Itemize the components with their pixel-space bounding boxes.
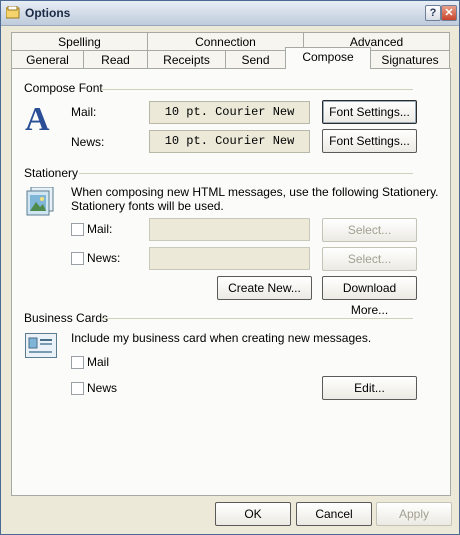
stationery-news-field xyxy=(149,247,310,270)
title-bar[interactable]: Options ? ✕ xyxy=(1,1,459,26)
tab-connection[interactable]: Connection xyxy=(147,32,304,51)
edit-business-card-button[interactable]: Edit... xyxy=(322,376,417,400)
compose-news-font-display: 10 pt. Courier New xyxy=(149,130,310,153)
tab-general[interactable]: General xyxy=(11,50,84,69)
business-cards-group-label: Business Cards xyxy=(24,311,109,325)
mail-font-settings-button[interactable]: Font Settings... xyxy=(322,100,417,124)
ok-button[interactable]: OK xyxy=(215,502,291,526)
tab-spelling[interactable]: Spelling xyxy=(11,32,148,51)
compose-mail-label: Mail: xyxy=(71,105,97,119)
compose-font-group-label: Compose Font xyxy=(24,81,103,95)
tab-read[interactable]: Read xyxy=(83,50,148,69)
stationery-news-select-button[interactable]: Select... xyxy=(322,247,417,271)
compose-mail-font-display: 10 pt. Courier New xyxy=(149,101,310,124)
stationery-mail-checkbox[interactable] xyxy=(71,223,84,236)
business-cards-divider xyxy=(101,318,413,319)
business-card-icon xyxy=(25,333,57,358)
stationery-mail-label: Mail: xyxy=(87,222,113,236)
business-card-mail-label: Mail xyxy=(87,355,110,369)
help-button[interactable]: ? xyxy=(425,5,441,21)
business-card-mail-checkbox[interactable] xyxy=(71,356,84,369)
font-a-icon: A xyxy=(25,101,50,135)
news-font-settings-button[interactable]: Font Settings... xyxy=(322,129,417,153)
stationery-news-checkbox[interactable] xyxy=(71,252,84,265)
tab-signatures[interactable]: Signatures xyxy=(370,50,450,69)
close-button[interactable]: ✕ xyxy=(441,5,457,21)
stationery-description-line2: Stationery fonts will be used. xyxy=(71,199,224,213)
svg-text:A: A xyxy=(25,101,50,135)
compose-font-divider xyxy=(101,89,413,90)
compose-news-label: News: xyxy=(71,135,105,149)
stationery-mail-select-button[interactable]: Select... xyxy=(322,218,417,242)
business-card-news-label: News xyxy=(87,381,118,395)
options-dialog: Options ? ✕ Spelling Connection Advanced… xyxy=(0,0,460,535)
cancel-button[interactable]: Cancel xyxy=(296,502,372,526)
stationery-description-line1: When composing new HTML messages, use th… xyxy=(71,185,439,199)
download-more-stationery-button[interactable]: Download More... xyxy=(322,276,417,317)
stationery-news-label: News: xyxy=(87,251,121,265)
apply-button[interactable]: Apply xyxy=(376,502,452,526)
create-new-stationery-button[interactable]: Create New... xyxy=(217,276,312,300)
window-title: Options xyxy=(25,6,71,20)
options-app-icon xyxy=(6,6,20,19)
business-cards-description: Include my business card when creating n… xyxy=(71,331,372,345)
stationery-group-label: Stationery xyxy=(24,166,79,180)
tab-receipts[interactable]: Receipts xyxy=(147,50,226,69)
tab-send[interactable]: Send xyxy=(225,50,286,69)
stationery-mail-field xyxy=(149,218,310,241)
stationery-icon xyxy=(26,187,54,216)
tab-compose[interactable]: Compose xyxy=(285,47,371,69)
business-card-news-checkbox[interactable] xyxy=(71,382,84,395)
stationery-divider xyxy=(79,173,413,174)
